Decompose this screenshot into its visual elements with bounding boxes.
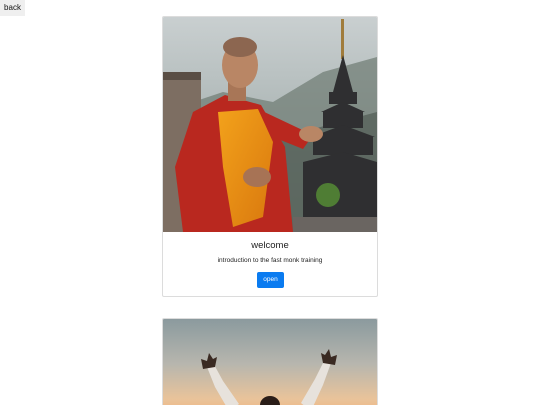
- card-title: welcome: [251, 240, 289, 251]
- raised-arms-sunset-image: [163, 319, 377, 405]
- back-button[interactable]: back: [0, 0, 25, 16]
- open-button[interactable]: open: [257, 272, 284, 288]
- card-description: introduction to the fast monk training: [217, 257, 323, 264]
- monk-temple-image: [163, 17, 377, 232]
- course-card-2: [162, 318, 378, 405]
- course-card: welcome introduction to the fast monk tr…: [162, 16, 378, 297]
